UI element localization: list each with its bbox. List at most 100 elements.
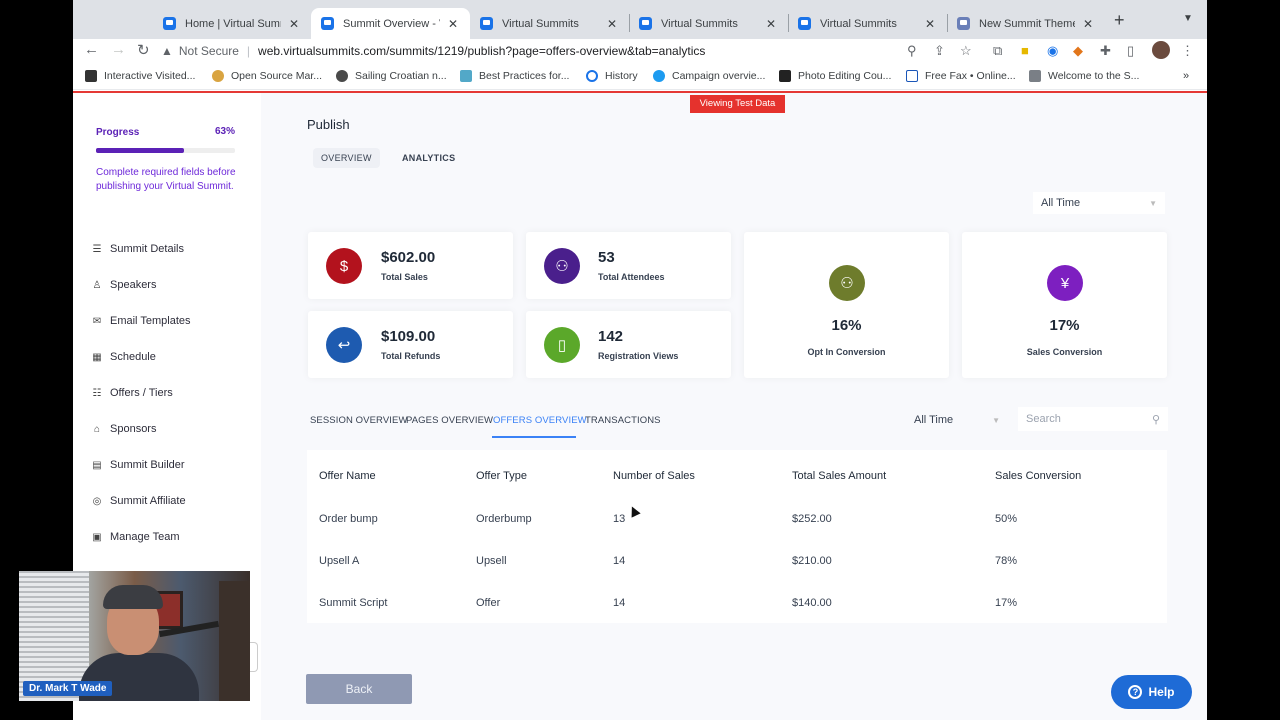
affiliate-icon: ◎ xyxy=(92,495,102,507)
subtab-offers-overview[interactable]: OFFERS OVERVIEW xyxy=(493,415,587,426)
progress-fill xyxy=(96,148,184,153)
metamask-icon[interactable]: ◆ xyxy=(1073,43,1083,59)
tab-label: Summit Overview - Vi xyxy=(343,17,440,30)
offers-range-select[interactable]: All Time ▼ xyxy=(906,409,1008,431)
page-title: Publish xyxy=(307,117,350,132)
new-tab-button[interactable]: + xyxy=(1114,10,1125,31)
progress-percent: 63% xyxy=(215,126,236,137)
sidebar-item-label: Email Templates xyxy=(110,315,191,327)
bookmark-item[interactable]: Best Practices for... xyxy=(460,70,569,82)
tab-summit-overview[interactable]: Summit Overview - Vi ✕ xyxy=(311,8,470,39)
share-icon[interactable]: ⇪ xyxy=(934,43,945,59)
sidebar-item-label: Manage Team xyxy=(110,531,180,543)
progress-bar xyxy=(96,148,235,153)
close-icon[interactable]: ✕ xyxy=(1081,17,1095,31)
sidebar-item-manage-team[interactable]: ▣ Manage Team xyxy=(90,531,180,543)
history-icon xyxy=(586,70,598,82)
profile-avatar[interactable] xyxy=(1152,41,1170,59)
reload-icon[interactable]: ↻ xyxy=(137,41,150,59)
tab-label: Virtual Summits xyxy=(502,17,579,30)
tab-home[interactable]: Home | Virtual Summit ✕ xyxy=(153,8,311,39)
subtab-pages-overview[interactable]: PAGES OVERVIEW xyxy=(406,415,493,426)
stat-value: 53 xyxy=(598,249,615,266)
bookmark-item[interactable]: Welcome to the S... xyxy=(1029,70,1139,82)
back-button[interactable]: Back xyxy=(306,674,412,704)
bookmark-item[interactable]: Sailing Croatian n... xyxy=(336,70,447,82)
extension-circle-icon[interactable]: ◉ xyxy=(1047,43,1058,59)
close-icon[interactable]: ✕ xyxy=(605,17,619,31)
sidebar-item-offers-tiers[interactable]: ☷ Offers / Tiers xyxy=(90,387,173,399)
side-panel-icon[interactable]: ▯ xyxy=(1127,43,1134,59)
globe-icon xyxy=(336,70,348,82)
summit-favicon-icon xyxy=(480,17,493,30)
sidebar-item-speakers[interactable]: ♙ Speakers xyxy=(90,279,157,291)
back-arrow-icon[interactable]: ← xyxy=(84,41,99,58)
stat-value: 17% xyxy=(1049,317,1080,334)
bookmark-star-icon[interactable]: ☆ xyxy=(960,43,972,59)
tab-overview[interactable]: OVERVIEW xyxy=(313,148,380,168)
fax-icon xyxy=(906,70,918,82)
search-icon[interactable]: ⚲ xyxy=(1152,413,1160,426)
summit-favicon-icon xyxy=(321,17,334,30)
bookmark-item[interactable]: Photo Editing Cou... xyxy=(779,70,891,82)
progress-note: Complete required fields before publishi… xyxy=(96,167,236,192)
date-range-select[interactable]: All Time ▼ xyxy=(1033,192,1165,214)
column-header: Number of Sales xyxy=(613,470,695,482)
sales-conversion-icon: ¥ xyxy=(1047,265,1083,301)
list-icon: ☰ xyxy=(92,243,102,255)
zoom-search-icon[interactable]: ⚲ xyxy=(907,43,917,59)
person-icon: ♙ xyxy=(92,279,102,291)
help-button[interactable]: ? Help xyxy=(1111,675,1192,709)
sidebar-item-summit-details[interactable]: ☰ Summit Details xyxy=(90,243,184,255)
close-icon[interactable]: ✕ xyxy=(287,17,301,31)
bookmark-label: Interactive Visited... xyxy=(104,70,196,82)
subtab-transactions[interactable]: TRANSACTIONS xyxy=(585,415,661,426)
webcam-edge-handle xyxy=(250,642,258,672)
bookmark-item[interactable]: History xyxy=(586,70,638,82)
sidebar-item-schedule[interactable]: ▦ Schedule xyxy=(90,351,156,363)
sidebar-item-email-templates[interactable]: ✉ Email Templates xyxy=(90,315,191,327)
tiers-icon: ☷ xyxy=(92,387,102,399)
sidebar-item-summit-builder[interactable]: ▤ Summit Builder xyxy=(90,459,184,471)
tab-virtual-summits-1[interactable]: Virtual Summits ✕ xyxy=(470,8,629,39)
menu-dots-icon[interactable]: ⋮ xyxy=(1181,43,1194,59)
extensions-puzzle-icon[interactable]: ✚ xyxy=(1100,43,1111,59)
search-input[interactable]: Search xyxy=(1026,413,1061,425)
stat-label: Total Sales xyxy=(381,272,428,282)
bookmark-item[interactable]: Free Fax • Online... xyxy=(906,70,1016,82)
tab-label: Virtual Summits xyxy=(820,17,897,30)
stat-label: Registration Views xyxy=(598,351,679,361)
extension-code-icon[interactable]: ⧉ xyxy=(993,43,1002,59)
extension-note-icon[interactable]: ■ xyxy=(1021,43,1029,58)
theme-favicon-icon xyxy=(957,17,970,30)
stat-card-total-sales: $ $602.00 Total Sales xyxy=(308,232,513,299)
sidebar-item-label: Sponsors xyxy=(110,423,157,435)
stat-label: Sales Conversion xyxy=(1026,347,1103,357)
bookmark-item[interactable]: Campaign overvie... xyxy=(653,70,765,82)
mail-icon: ✉ xyxy=(92,315,102,327)
calendar-icon: ▦ xyxy=(92,351,102,363)
table-cell: 17% xyxy=(995,597,1018,609)
url-text[interactable]: web.virtualsummits.com/summits/1219/publ… xyxy=(258,44,705,58)
bank-icon: ⌂ xyxy=(93,423,101,435)
tab-virtual-summits-2[interactable]: Virtual Summits ✕ xyxy=(629,8,788,39)
sidebar-item-summit-affiliate[interactable]: ◎ Summit Affiliate xyxy=(90,495,186,507)
close-icon[interactable]: ✕ xyxy=(923,17,937,31)
tab-new-summit-themes[interactable]: New Summit Themes ✕ xyxy=(947,8,1105,39)
tab-analytics[interactable]: ANALYTICS xyxy=(402,153,455,163)
chevron-down-icon: ▼ xyxy=(992,415,1000,425)
bookmark-item[interactable]: Open Source Mar... xyxy=(212,70,322,82)
tab-search-chevron-icon[interactable]: ▼ xyxy=(1183,13,1193,24)
sidebar-item-sponsors[interactable]: ⌂ Sponsors xyxy=(90,423,157,435)
forward-arrow-icon[interactable]: → xyxy=(111,41,126,58)
progress-label: Progress xyxy=(96,127,140,138)
bookmark-item[interactable]: Interactive Visited... xyxy=(85,70,195,82)
warning-icon[interactable]: ▲ xyxy=(161,44,173,58)
close-icon[interactable]: ✕ xyxy=(764,17,778,31)
more-bookmarks-icon[interactable]: » xyxy=(1183,70,1189,82)
close-icon[interactable]: ✕ xyxy=(446,17,460,31)
address-bar[interactable]: ▲ Not Secure | web.virtualsummits.com/su… xyxy=(161,40,981,62)
tab-virtual-summits-3[interactable]: Virtual Summits ✕ xyxy=(788,8,947,39)
search-box[interactable]: Search ⚲ xyxy=(1018,407,1168,431)
subtab-session-overview[interactable]: SESSION OVERVIEW xyxy=(310,415,408,426)
